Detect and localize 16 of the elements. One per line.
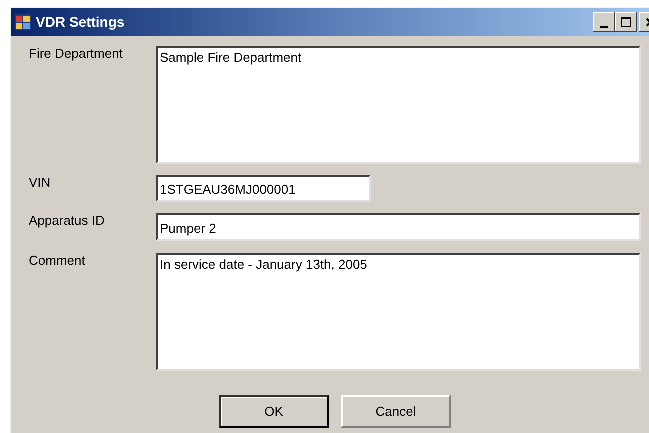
- text-area[interactable]: In service date - January 13th, 2005: [156, 253, 641, 371]
- window-title: VDR Settings: [36, 12, 125, 32]
- minimize-icon: [600, 26, 608, 28]
- text-field[interactable]: 1STGEAU36MJ000001: [156, 175, 371, 202]
- default-button[interactable]: OK: [219, 395, 329, 428]
- text-area[interactable]: Sample Fire Department: [156, 46, 641, 164]
- maximize-icon: [621, 17, 631, 27]
- field-label: Apparatus ID: [29, 213, 106, 230]
- minimize-button[interactable]: [593, 12, 615, 32]
- app-icon: [14, 13, 32, 31]
- dialog-button[interactable]: Cancel: [341, 395, 451, 428]
- maximize-button[interactable]: [615, 12, 637, 32]
- text-field[interactable]: Pumper 2: [156, 213, 641, 241]
- field-label: Fire Department: [29, 46, 124, 63]
- field-label: Comment: [29, 253, 86, 270]
- field-label: VIN: [29, 175, 52, 192]
